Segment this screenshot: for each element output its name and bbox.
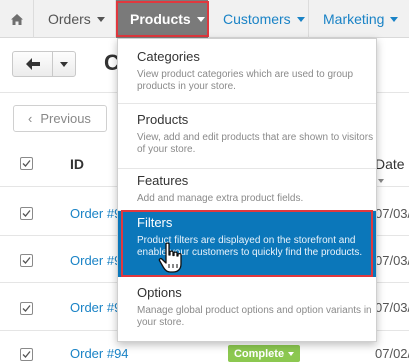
menu-item-products[interactable]: Products View, add and edit products tha…: [118, 104, 376, 169]
chevron-down-icon: [96, 17, 105, 22]
home-icon: [10, 13, 23, 25]
checkbox-checked-icon: [22, 257, 31, 264]
column-header-date-label: Date: [375, 156, 405, 172]
hand-pointer-icon: [158, 242, 182, 273]
row-checkbox[interactable]: [20, 254, 33, 267]
menu-item-title: Features: [137, 173, 189, 188]
row-checkbox[interactable]: [20, 348, 33, 361]
chevron-down-icon: [60, 61, 68, 67]
back-button-group: [12, 51, 76, 77]
menu-item-categories[interactable]: Categories View product categories which…: [118, 39, 376, 104]
back-button[interactable]: [13, 52, 53, 76]
select-all-checkbox[interactable]: [20, 157, 33, 170]
nav-orders[interactable]: Orders: [34, 0, 116, 38]
chevron-left-icon: ‹: [28, 111, 33, 126]
order-link[interactable]: Order #94: [70, 346, 129, 361]
menu-item-description: Add and manage extra product fields.: [137, 193, 304, 204]
menu-item-description: Manage global product options and option…: [137, 305, 372, 328]
nav-products[interactable]: Products: [116, 0, 208, 38]
checkbox-checked-icon: [22, 210, 31, 217]
menu-item-title: Products: [137, 112, 189, 127]
order-link[interactable]: Order #9: [70, 253, 121, 268]
menu-item-features[interactable]: Features Add and manage extra product fi…: [118, 169, 376, 211]
back-dropdown-toggle[interactable]: [53, 52, 75, 76]
order-link[interactable]: Order #9: [70, 300, 121, 315]
order-date: 07/03/: [375, 206, 409, 221]
chevron-down-icon: [288, 351, 295, 356]
menu-item-title: Options: [137, 285, 182, 300]
row-checkbox[interactable]: [20, 302, 33, 315]
home-button[interactable]: [0, 0, 34, 38]
top-navigation: Orders Products Customers Marketing: [0, 0, 409, 38]
menu-item-title: Filters: [137, 215, 173, 230]
nav-orders-label: Orders: [48, 11, 91, 27]
menu-item-title: Categories: [137, 49, 200, 64]
previous-page-button[interactable]: ‹ Previous: [13, 105, 107, 132]
menu-item-options[interactable]: Options Manage global product options an…: [118, 279, 376, 341]
order-date: 07/02/: [375, 346, 409, 361]
row-checkbox[interactable]: [20, 207, 33, 220]
arrow-left-icon: [25, 58, 40, 70]
checkbox-checked-icon: [22, 160, 31, 167]
menu-item-filters[interactable]: Filters Product filters are displayed on…: [118, 211, 376, 277]
chevron-down-icon: [196, 17, 205, 22]
checkbox-checked-icon: [22, 305, 31, 312]
menu-item-description: View, add and edit products that are sho…: [137, 132, 374, 155]
menu-item-description: View product categories which are used t…: [137, 69, 354, 92]
nav-products-label: Products: [130, 11, 191, 27]
nav-marketing-label: Marketing: [323, 11, 385, 27]
order-link[interactable]: Order #9: [70, 206, 121, 221]
nav-customers-label: Customers: [223, 11, 291, 27]
order-date: 07/03/: [375, 300, 409, 315]
status-badge[interactable]: Complete: [228, 345, 300, 362]
checkbox-checked-icon: [22, 351, 31, 358]
order-date: 07/03/: [375, 253, 409, 268]
chevron-down-icon: [296, 17, 305, 22]
previous-label: Previous: [40, 111, 91, 126]
status-label: Complete: [233, 347, 285, 360]
nav-customers[interactable]: Customers: [209, 0, 309, 38]
sort-desc-icon: [378, 179, 384, 184]
chevron-down-icon: [390, 17, 399, 22]
products-dropdown-menu: Categories View product categories which…: [117, 38, 377, 342]
column-header-id[interactable]: ID: [70, 156, 84, 172]
nav-marketing[interactable]: Marketing: [309, 0, 409, 38]
column-header-date[interactable]: Date: [375, 156, 409, 188]
